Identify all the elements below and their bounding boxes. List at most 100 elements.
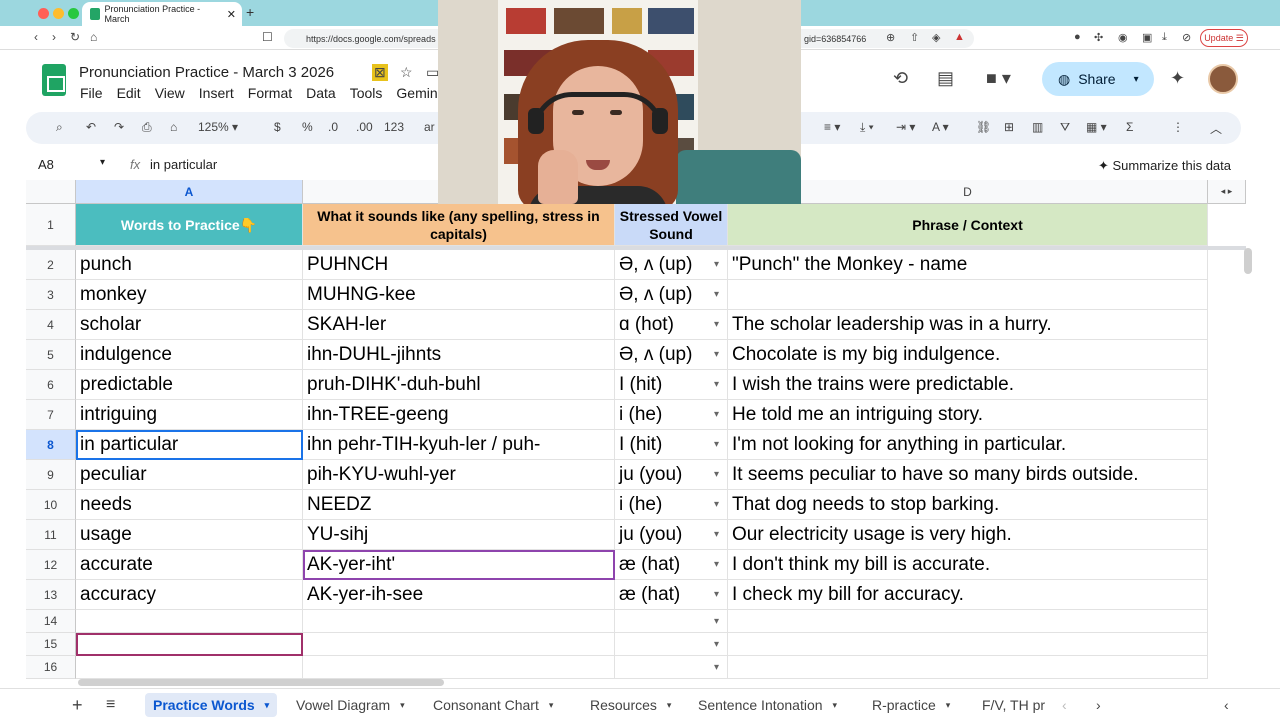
currency-button[interactable]: $ xyxy=(274,120,281,134)
row-header[interactable]: 16 xyxy=(26,656,76,679)
print-icon[interactable]: ⎙ xyxy=(142,120,152,135)
cell-phrase[interactable]: Our electricity usage is very high. xyxy=(728,520,1208,550)
chevron-down-icon[interactable]: ▾ xyxy=(400,700,405,711)
window-minimize-button[interactable] xyxy=(53,8,64,19)
column-scroll-arrows[interactable]: ◂ ▸ xyxy=(1208,180,1246,204)
cell-phrase[interactable] xyxy=(728,633,1208,656)
cell-sounds[interactable]: MUHNG-kee xyxy=(303,280,615,310)
warning-icon[interactable]: ▲ xyxy=(954,31,965,43)
cell-sounds[interactable]: SKAH-ler xyxy=(303,310,615,340)
extension-icon[interactable]: ⊘ xyxy=(1182,31,1191,44)
sheet-tab-r-practice[interactable]: R-practice ▾ xyxy=(872,693,950,717)
dropdown-chevron-icon[interactable]: ▾ xyxy=(714,639,719,650)
cell-vowel[interactable] xyxy=(615,633,728,656)
row-header[interactable]: 2 xyxy=(26,250,76,280)
percent-button[interactable]: % xyxy=(302,120,313,134)
chevron-down-icon[interactable]: ▾ xyxy=(265,700,270,711)
avatar[interactable] xyxy=(1208,64,1238,94)
select-all-corner[interactable] xyxy=(26,180,76,204)
reload-icon[interactable]: ↻ xyxy=(70,30,80,44)
cell-word[interactable]: usage xyxy=(76,520,303,550)
chevron-down-icon[interactable]: ▾ xyxy=(1134,74,1139,85)
cell-sounds[interactable]: ihn pehr-TIH-kyuh-ler / puh- xyxy=(303,430,615,460)
align-icon[interactable]: ≡ ▾ xyxy=(824,120,840,134)
extension-icon[interactable]: ◉ xyxy=(1118,31,1128,44)
version-history-icon[interactable]: ⟲ xyxy=(893,68,908,89)
cell-word[interactable] xyxy=(76,610,303,633)
dropdown-chevron-icon[interactable]: ▾ xyxy=(714,349,719,360)
summarize-button[interactable]: ✦ Summarize this data xyxy=(1098,158,1231,174)
cell-sounds[interactable] xyxy=(303,610,615,633)
formula-input[interactable]: in particular xyxy=(150,157,217,172)
increase-decimal-button[interactable]: .00 xyxy=(356,120,373,134)
cell-phrase[interactable]: "Punch" the Monkey - name xyxy=(728,250,1208,280)
cell-vowel[interactable]: I (hit) xyxy=(615,370,728,400)
more-icon[interactable]: ⋮ xyxy=(1172,120,1184,134)
functions-icon[interactable]: Σ xyxy=(1126,120,1133,134)
cell-sounds[interactable]: AK-yer-iht' xyxy=(303,550,615,580)
sheet-tab-consonant-chart[interactable]: Consonant Chart ▾ xyxy=(433,693,553,717)
vertical-scrollbar[interactable] xyxy=(1244,248,1252,274)
cell-word[interactable] xyxy=(76,633,303,656)
undo-icon[interactable]: ↶ xyxy=(86,120,96,134)
filter-icon[interactable]: ⛛ xyxy=(1060,120,1070,135)
dropdown-chevron-icon[interactable]: ▾ xyxy=(714,409,719,420)
menu-gemini[interactable]: Gemini xyxy=(396,85,440,101)
vertical-align-icon[interactable]: ⤓ ▾ xyxy=(860,120,874,135)
chevron-down-icon[interactable]: ▾ xyxy=(946,700,951,711)
header-cell-sounds[interactable]: What it sounds like (any spelling, stres… xyxy=(303,204,615,246)
new-tab-icon[interactable]: + xyxy=(246,4,254,20)
cell-vowel[interactable]: i (he) xyxy=(615,490,728,520)
dropdown-chevron-icon[interactable]: ▾ xyxy=(714,662,719,673)
scroll-right-icon[interactable]: › xyxy=(1096,693,1101,717)
star-icon[interactable]: ☆ xyxy=(400,64,413,81)
header-cell-words[interactable]: Words to Practice👇 xyxy=(76,204,303,246)
share-button[interactable]: ◍ Share ▾ xyxy=(1042,62,1154,96)
document-title[interactable]: Pronunciation Practice - March 3 2026 xyxy=(79,64,334,81)
sheet-tab-practice-words[interactable]: Practice Words ▾ xyxy=(145,693,278,717)
row-header[interactable]: 12 xyxy=(26,550,76,580)
cell-word[interactable]: peculiar xyxy=(76,460,303,490)
sheet-tab-resources[interactable]: Resources ▾ xyxy=(590,693,671,717)
column-header-a[interactable]: A xyxy=(76,180,303,204)
extension-icon[interactable]: ● xyxy=(1074,31,1081,43)
window-zoom-button[interactable] xyxy=(68,8,79,19)
cell-vowel[interactable]: i (he) xyxy=(615,400,728,430)
cell-phrase[interactable]: It seems peculiar to have so many birds … xyxy=(728,460,1208,490)
shield-icon[interactable]: ◈ xyxy=(932,31,940,44)
row-header[interactable]: 15 xyxy=(26,633,76,656)
cell-phrase[interactable]: I wish the trains were predictable. xyxy=(728,370,1208,400)
row-header[interactable]: 7 xyxy=(26,400,76,430)
sidebar-icon[interactable]: ▣ xyxy=(1142,31,1152,44)
sheet-tab-sentence-intonation[interactable]: Sentence Intonation ▾ xyxy=(698,693,837,717)
menu-tools[interactable]: Tools xyxy=(350,85,383,101)
cell-vowel[interactable] xyxy=(615,656,728,679)
row-header[interactable]: 13 xyxy=(26,580,76,610)
redo-icon[interactable]: ↷ xyxy=(114,120,124,134)
cell-word[interactable]: indulgence xyxy=(76,340,303,370)
cell-word[interactable] xyxy=(76,656,303,679)
sheet-tab-fv-th[interactable]: F/V, TH pr xyxy=(982,693,1045,717)
cell-vowel[interactable]: æ (hat) xyxy=(615,580,728,610)
dropdown-chevron-icon[interactable]: ▾ xyxy=(714,289,719,300)
home-icon[interactable]: ⌂ xyxy=(90,30,97,44)
cell-vowel[interactable]: I (hit) xyxy=(615,430,728,460)
cell-phrase[interactable] xyxy=(728,280,1208,310)
dropdown-chevron-icon[interactable]: ▾ xyxy=(714,379,719,390)
close-tab-icon[interactable]: ✕ xyxy=(227,8,236,21)
menu-insert[interactable]: Insert xyxy=(199,85,234,101)
row-header[interactable]: 4 xyxy=(26,310,76,340)
row-header[interactable]: 9 xyxy=(26,460,76,490)
text-rotation-icon[interactable]: A ▾ xyxy=(932,120,949,134)
gemini-icon[interactable]: ✦ xyxy=(1170,68,1185,89)
sheets-logo-icon[interactable] xyxy=(42,64,66,96)
cell-vowel[interactable]: Ə, ʌ (up) xyxy=(615,280,728,310)
share-page-icon[interactable]: ⇧ xyxy=(910,31,919,44)
chevron-down-icon[interactable]: ▾ xyxy=(667,700,672,711)
cell-phrase[interactable]: That dog needs to stop barking. xyxy=(728,490,1208,520)
table-icon[interactable]: ▦ ▾ xyxy=(1086,120,1107,134)
cell-sounds[interactable]: ihn-TREE-geeng xyxy=(303,400,615,430)
back-icon[interactable]: ‹ xyxy=(34,30,38,44)
cell-phrase[interactable] xyxy=(728,610,1208,633)
row-header[interactable]: 3 xyxy=(26,280,76,310)
